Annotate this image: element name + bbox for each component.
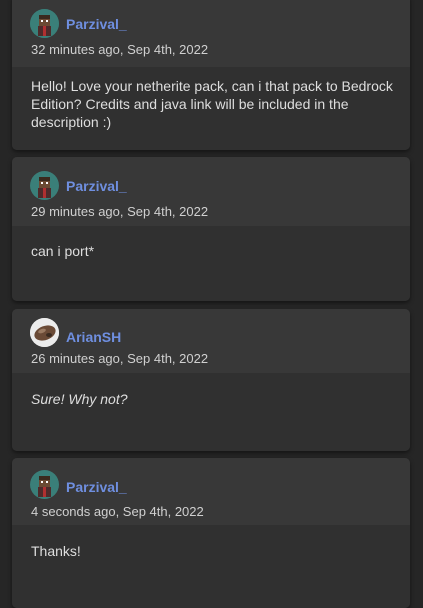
comment-timestamp: 29 minutes ago, Sep 4th, 2022 [31, 204, 209, 219]
username-link[interactable]: Parzival_ [66, 178, 127, 194]
comment-body: can i port* [12, 226, 410, 301]
comment-message: Hello! Love your netherite pack, can i t… [31, 78, 393, 130]
username-link[interactable]: Parzival_ [66, 16, 127, 32]
comment-body: Sure! Why not? [12, 373, 410, 451]
comment-card: ArianSH 26 minutes ago, Sep 4th, 2022 Su… [12, 309, 410, 451]
comment-message: can i port* [31, 243, 95, 259]
comment-message: Thanks! [31, 543, 81, 559]
comment-header: Parzival_ 32 minutes ago, Sep 4th, 2022 [12, 0, 410, 67]
user-avatar-icon[interactable] [30, 318, 59, 347]
comment-header: ArianSH 26 minutes ago, Sep 4th, 2022 [12, 309, 410, 373]
comment-body: Thanks! [12, 525, 410, 608]
user-avatar-icon[interactable] [30, 470, 59, 499]
username-link[interactable]: ArianSH [66, 329, 121, 345]
comment-message: Sure! Why not? [31, 391, 128, 407]
comment-card: Parzival_ 29 minutes ago, Sep 4th, 2022 … [12, 157, 410, 301]
comment-header: Parzival_ 4 seconds ago, Sep 4th, 2022 [12, 458, 410, 525]
comment-card: Parzival_ 4 seconds ago, Sep 4th, 2022 T… [12, 458, 410, 608]
comment-timestamp: 26 minutes ago, Sep 4th, 2022 [31, 351, 209, 366]
comment-header: Parzival_ 29 minutes ago, Sep 4th, 2022 [12, 157, 410, 226]
comment-timestamp: 4 seconds ago, Sep 4th, 2022 [31, 504, 204, 519]
user-avatar-icon[interactable] [30, 9, 59, 38]
username-link[interactable]: Parzival_ [66, 479, 127, 495]
comment-timestamp: 32 minutes ago, Sep 4th, 2022 [31, 42, 209, 57]
comment-body: Hello! Love your netherite pack, can i t… [12, 67, 410, 150]
user-avatar-icon[interactable] [30, 171, 59, 200]
comment-card: Parzival_ 32 minutes ago, Sep 4th, 2022 … [12, 0, 410, 150]
